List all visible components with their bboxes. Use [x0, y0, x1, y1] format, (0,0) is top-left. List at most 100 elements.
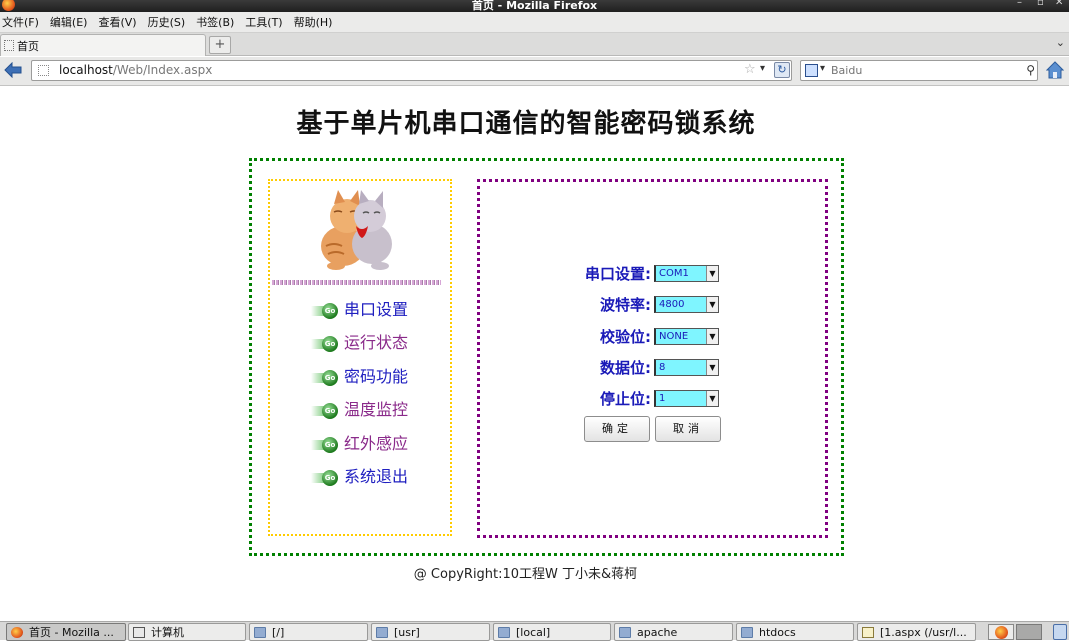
- menu-tools[interactable]: 工具(T): [245, 14, 282, 30]
- sidebar-item-temperature[interactable]: Go 温度监控: [311, 397, 408, 419]
- taskbar-item-computer[interactable]: 计算机: [128, 623, 246, 641]
- menu-edit[interactable]: 编辑(E): [50, 14, 88, 30]
- stop-bits-select[interactable]: 1 ▼: [654, 389, 719, 407]
- form-row-parity: 校验位: NONE ▼: [531, 326, 719, 346]
- sidebar-item-label[interactable]: 系统退出: [344, 463, 408, 487]
- dropdown-arrow-icon[interactable]: ▼: [706, 265, 718, 281]
- go-icon: Go: [311, 437, 339, 453]
- back-button[interactable]: [4, 62, 22, 78]
- firefox-icon: [11, 626, 23, 638]
- bookmark-star-icon[interactable]: ☆: [744, 62, 756, 77]
- page-title: 基于单片机串口通信的智能密码锁系统: [296, 109, 756, 139]
- parity-label: 校验位:: [600, 327, 651, 346]
- dropdown-arrow-icon[interactable]: ▼: [706, 390, 718, 406]
- taskbar-item-local-folder[interactable]: [local]: [493, 623, 611, 641]
- cats-image: [321, 190, 392, 270]
- form-row-baud-rate: 波特率: 4800 ▼: [531, 294, 719, 314]
- tab-list-chevron-icon[interactable]: ⌄: [1056, 36, 1065, 49]
- menu-bookmarks[interactable]: 书签(B): [196, 14, 234, 30]
- close-button[interactable]: ✕: [1055, 0, 1063, 8]
- sidebar-item-label[interactable]: 红外感应: [344, 430, 408, 454]
- taskbar-item-firefox[interactable]: 首页 - Mozilla ...: [6, 623, 126, 641]
- sidebar-item-exit[interactable]: Go 系统退出: [311, 464, 408, 486]
- taskbar: 首页 - Mozilla ... 计算机 [/] [usr] [local] a…: [0, 621, 1069, 641]
- document-icon: [862, 626, 874, 638]
- reload-icon[interactable]: ↻: [774, 62, 790, 78]
- sidebar-item-label[interactable]: 运行状态: [344, 329, 408, 353]
- sidebar-item-password[interactable]: Go 密码功能: [311, 364, 408, 386]
- workspace-switcher[interactable]: [1016, 624, 1042, 640]
- navigation-bar: localhost/Web/Index.aspx ☆ ▾ ↻ ▾ ⚲: [0, 57, 1069, 86]
- sidebar-item-run-status[interactable]: Go 运行状态: [311, 330, 408, 352]
- back-arrow-icon: [4, 62, 22, 78]
- url-host: localhost: [59, 63, 113, 77]
- taskbar-item-root-folder[interactable]: [/]: [249, 623, 368, 641]
- search-engine-dropdown-icon[interactable]: ▾: [820, 63, 825, 74]
- minimize-button[interactable]: –: [1017, 0, 1022, 8]
- form-row-data-bits: 数据位: 8 ▼: [531, 357, 719, 377]
- copyright-text: @ CopyRight:10工程W 丁小未&蒋柯: [413, 567, 638, 582]
- sidebar-item-label[interactable]: 串口设置: [344, 296, 408, 320]
- taskbar-item-editor[interactable]: [1.aspx (/usr/l...: [857, 623, 976, 641]
- taskbar-item-apache-folder[interactable]: apache: [614, 623, 733, 641]
- tab-label: 首页: [17, 39, 39, 53]
- computer-icon: [133, 626, 145, 638]
- sidebar-item-infrared[interactable]: Go 红外感应: [311, 431, 408, 453]
- go-icon: Go: [311, 370, 339, 386]
- search-bar: ▾ ⚲: [800, 60, 1038, 81]
- sidebar-item-serial-settings[interactable]: Go 串口设置: [311, 297, 408, 319]
- taskbar-item-htdocs-folder[interactable]: htdocs: [736, 623, 854, 641]
- url-text[interactable]: localhost/Web/Index.aspx: [59, 63, 212, 77]
- menu-view[interactable]: 查看(V): [98, 14, 136, 30]
- search-engine-icon[interactable]: [805, 64, 818, 77]
- site-identity-icon[interactable]: [38, 65, 49, 76]
- home-button[interactable]: [1045, 61, 1065, 79]
- form-row-serial-port: 串口设置: COM1 ▼: [531, 263, 719, 283]
- folder-icon: [619, 626, 631, 638]
- dropdown-arrow-icon[interactable]: ▼: [706, 359, 718, 375]
- binoculars-icon[interactable]: ⚲: [1026, 63, 1035, 77]
- folder-icon: [254, 626, 266, 638]
- tab-home[interactable]: 首页: [0, 34, 206, 56]
- form-row-stop-bits: 停止位: 1 ▼: [531, 388, 719, 408]
- url-dropdown-icon[interactable]: ▾: [760, 63, 765, 74]
- dropdown-arrow-icon[interactable]: ▼: [706, 296, 718, 312]
- sidebar-item-label[interactable]: 温度监控: [344, 396, 408, 420]
- go-icon: Go: [311, 336, 339, 352]
- baud-rate-select[interactable]: 4800 ▼: [654, 295, 719, 313]
- confirm-button[interactable]: 确定: [584, 416, 650, 442]
- data-bits-select[interactable]: 8 ▼: [654, 358, 719, 376]
- tray-firefox-icon[interactable]: [988, 624, 1014, 640]
- taskbar-item-usr-folder[interactable]: [usr]: [371, 623, 490, 641]
- go-icon: Go: [311, 470, 339, 486]
- serial-port-select[interactable]: COM1 ▼: [654, 264, 719, 282]
- window-titlebar: 首页 - Mozilla Firefox – ▫ ✕: [0, 0, 1069, 12]
- go-icon: Go: [311, 403, 339, 419]
- menu-history[interactable]: 历史(S): [148, 14, 186, 30]
- maximize-button[interactable]: ▫: [1037, 0, 1044, 8]
- cancel-button[interactable]: 取消: [655, 416, 721, 442]
- go-icon: Go: [311, 303, 339, 319]
- url-path: /Web/Index.aspx: [112, 63, 213, 77]
- folder-icon: [498, 626, 510, 638]
- tab-bar: 首页 + ⌄: [0, 33, 1069, 56]
- decorative-divider: [272, 280, 441, 285]
- dropdown-arrow-icon[interactable]: ▼: [706, 328, 718, 344]
- stop-bits-label: 停止位:: [600, 389, 651, 408]
- url-bar[interactable]: localhost/Web/Index.aspx ☆ ▾ ↻: [31, 60, 792, 81]
- sidebar-item-label[interactable]: 密码功能: [344, 363, 408, 387]
- search-input[interactable]: [831, 61, 1011, 80]
- menu-file[interactable]: 文件(F): [2, 14, 39, 30]
- home-icon: [1045, 61, 1065, 79]
- data-bits-label: 数据位:: [600, 358, 651, 377]
- page-icon: [4, 40, 14, 51]
- menu-help[interactable]: 帮助(H): [294, 14, 333, 30]
- tray-workspace-icon[interactable]: [1053, 624, 1067, 640]
- baud-rate-label: 波特率:: [600, 295, 651, 314]
- menu-bar: 文件(F) 编辑(E) 查看(V) 历史(S) 书签(B) 工具(T) 帮助(H…: [0, 12, 1069, 33]
- serial-port-label: 串口设置:: [585, 264, 651, 283]
- parity-select[interactable]: NONE ▼: [654, 327, 719, 345]
- folder-icon: [741, 626, 753, 638]
- new-tab-button[interactable]: +: [209, 36, 231, 54]
- folder-icon: [376, 626, 388, 638]
